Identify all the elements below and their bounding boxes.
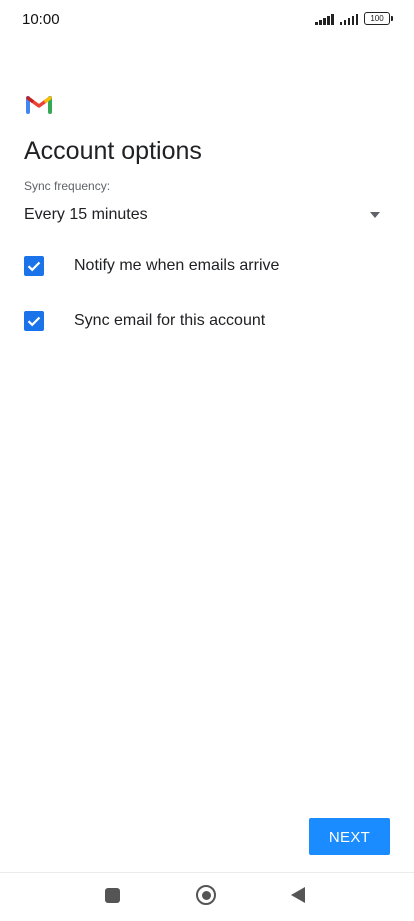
navigation-bar	[0, 872, 414, 921]
gmail-logo-icon	[26, 92, 52, 114]
checkmark-icon	[27, 316, 41, 327]
sync-frequency-dropdown[interactable]: Every 15 minutes	[24, 200, 384, 232]
signal-icon	[315, 13, 334, 25]
sync-frequency-value: Every 15 minutes	[24, 206, 148, 223]
checkmark-icon	[27, 261, 41, 272]
status-bar: 10:00 100	[0, 0, 414, 40]
back-icon[interactable]	[291, 887, 305, 903]
notify-label: Notify me when emails arrive	[74, 257, 280, 274]
status-icons: 100	[315, 12, 393, 25]
sync-email-checkbox[interactable]	[24, 311, 44, 331]
notify-option-row[interactable]: Notify me when emails arrive	[24, 246, 394, 286]
sync-frequency-label: Sync frequency:	[24, 179, 111, 193]
home-icon[interactable]	[196, 885, 216, 905]
dropdown-arrow-icon	[370, 212, 380, 218]
recent-apps-icon[interactable]	[105, 888, 120, 903]
signal-icon	[339, 13, 358, 25]
status-time: 10:00	[22, 11, 60, 28]
notify-checkbox[interactable]	[24, 256, 44, 276]
sync-email-label: Sync email for this account	[74, 312, 266, 329]
battery-icon: 100	[364, 12, 393, 25]
sync-email-option-row[interactable]: Sync email for this account	[24, 301, 394, 341]
next-button[interactable]: NEXT	[309, 818, 390, 855]
page-title: Account options	[24, 137, 202, 165]
